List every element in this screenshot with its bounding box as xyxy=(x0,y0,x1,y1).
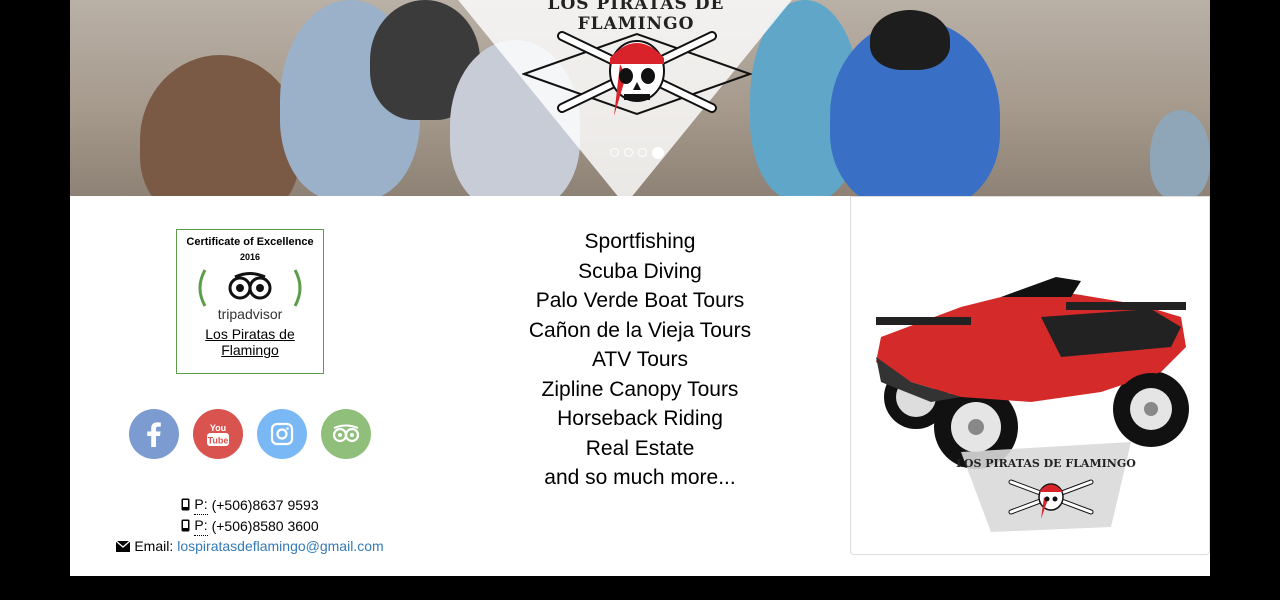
carousel-dot[interactable] xyxy=(610,148,619,157)
envelope-icon xyxy=(116,540,131,552)
services-list: Sportfishing Scuba Diving Palo Verde Boa… xyxy=(490,227,790,493)
pirate-skull-logo xyxy=(522,31,752,116)
tripadvisor-icon[interactable] xyxy=(321,409,371,459)
phone-row: P: (+506)8637 9593 xyxy=(70,494,430,515)
hero-carousel: LOS PIRATAS DE FLAMINGO xyxy=(70,0,1210,196)
hero-person xyxy=(870,10,950,70)
phone-label: P: xyxy=(194,494,208,515)
hero-person xyxy=(140,55,300,196)
atv-image-panel: LOS PIRATAS DE FLAMINGO xyxy=(850,196,1210,555)
service-item: ATV Tours xyxy=(591,348,689,371)
mobile-phone-icon xyxy=(181,498,190,511)
facebook-icon[interactable] xyxy=(129,409,179,459)
carousel-dot-active[interactable] xyxy=(652,146,664,159)
mobile-phone-icon xyxy=(181,519,190,532)
atv-image: LOS PIRATAS DE FLAMINGO xyxy=(876,277,1189,532)
certificate-year: 2016 xyxy=(239,252,261,262)
service-item: Cañon de la Vieja Tours xyxy=(528,318,752,342)
page: LOS PIRATAS DE FLAMINGO Certificate of E… xyxy=(70,0,1210,576)
service-item: Sportfishing xyxy=(584,230,696,253)
certificate-business-link[interactable]: Los Piratas de Flamingo xyxy=(177,326,323,358)
carousel-indicators xyxy=(610,146,664,159)
email-link[interactable]: lospiratasdeflamingo@gmail.com xyxy=(177,536,383,556)
contact-info: P: (+506)8637 9593 P: (+506)8580 3600 Em… xyxy=(70,494,430,556)
carousel-dot[interactable] xyxy=(638,148,647,157)
tripadvisor-wordmark: tripadvisor xyxy=(217,306,283,322)
instagram-icon[interactable] xyxy=(257,409,307,459)
service-item: Zipline Canopy Tours xyxy=(541,377,739,401)
email-label: Email: xyxy=(134,538,174,554)
email-row: Email: lospiratasdeflamingo@gmail.com xyxy=(70,536,430,556)
service-item: Horseback Riding xyxy=(557,407,723,430)
carousel-dot[interactable] xyxy=(624,148,633,157)
service-item: Real Estate xyxy=(585,436,695,460)
atv-brand-text: LOS PIRATAS DE FLAMINGO xyxy=(956,457,1136,470)
service-item: Palo Verde Boat Tours xyxy=(535,289,745,312)
phone-label: P: xyxy=(194,515,208,536)
phone-number: (+506)8637 9593 xyxy=(211,496,319,513)
svg-text:You: You xyxy=(210,423,226,433)
certificate-title: Certificate of Excellence xyxy=(186,236,314,248)
tripadvisor-owl-icon xyxy=(198,269,302,307)
service-item: and so much more... xyxy=(544,466,736,489)
tripadvisor-certificate[interactable]: Certificate of Excellence 2016 tripadvis… xyxy=(176,229,324,374)
social-links: You Tube xyxy=(129,409,371,459)
phone-number: (+506)8580 3600 xyxy=(211,517,319,534)
svg-text:Tube: Tube xyxy=(208,436,229,446)
service-item: Scuba Diving xyxy=(578,259,702,283)
hero-person xyxy=(1150,110,1210,196)
youtube-icon[interactable]: You Tube xyxy=(193,409,243,459)
phone-row: P: (+506)8580 3600 xyxy=(70,515,430,536)
